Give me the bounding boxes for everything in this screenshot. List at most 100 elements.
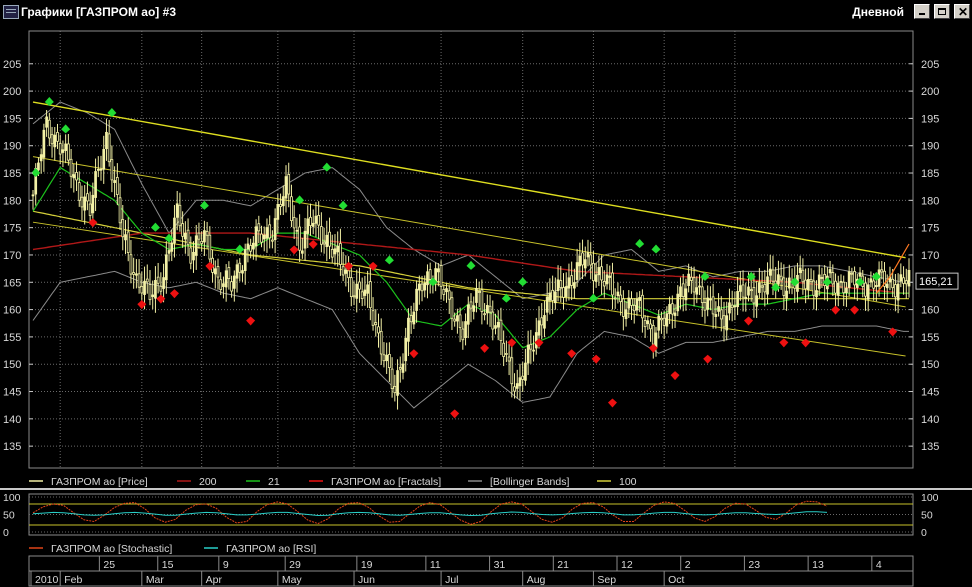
candle-body (872, 280, 875, 289)
oscillator-panel: 100 100 50 50 0 0 (3, 492, 939, 539)
candle-body (831, 272, 835, 285)
candle-body (303, 230, 307, 249)
y-tick-label-left: 145 (3, 387, 21, 399)
candle-body (771, 269, 775, 282)
candle-body (491, 311, 495, 330)
candle-body (252, 242, 255, 250)
candle-body (396, 370, 399, 396)
candle-body (404, 337, 408, 362)
candle-body (581, 252, 584, 266)
candle-body (760, 285, 764, 288)
candle-body (246, 243, 250, 250)
legend-stochastic: ГАЗПРОМ ао [Stochastic] (51, 543, 172, 555)
x-day-label: 4 (876, 559, 882, 571)
candle-body (42, 129, 46, 158)
candle-body (643, 320, 647, 328)
candle-body (86, 193, 89, 202)
candle-body (205, 231, 209, 236)
candle-body (61, 149, 65, 153)
candle-body (398, 367, 402, 370)
candle-body (526, 344, 530, 364)
fractal-down-marker (831, 305, 841, 315)
fractal-down-marker (703, 354, 713, 364)
candle-body (426, 271, 429, 286)
candle-body (260, 233, 263, 243)
main-legend[interactable]: ГАЗПРОМ ао [Price] 200 21 ГАЗПРОМ ао [Fract… (29, 476, 637, 488)
candle-body (747, 286, 750, 296)
osc-tick-label-right: 0 (921, 527, 927, 539)
candle-body (575, 262, 579, 280)
candle-body (619, 294, 622, 303)
y-tick-label-right: 135 (921, 441, 939, 453)
fractal-down-marker (607, 398, 617, 408)
candle-body (203, 230, 206, 243)
candle-body (105, 131, 108, 150)
candle-body (725, 315, 729, 331)
fractal-up-marker (384, 255, 394, 265)
candle-body (121, 219, 125, 238)
candle-body (445, 288, 448, 293)
candle-body (553, 291, 557, 304)
candle-body (377, 326, 380, 334)
candle-body (47, 119, 51, 139)
candle-body (447, 290, 451, 300)
candle-body (232, 275, 236, 289)
fractal-up-marker (635, 239, 645, 249)
candle-body (393, 386, 397, 394)
fractal-up-marker (338, 200, 348, 210)
x-day-label: 2 (685, 559, 691, 571)
candle-body (594, 274, 598, 282)
candle-body (899, 274, 903, 282)
candle-body (341, 266, 345, 276)
y-axis-right: 2052001951901851801751701651601551501451… (909, 59, 939, 453)
candle-body (483, 313, 486, 316)
candle-body (194, 235, 198, 256)
candle-body (782, 277, 786, 296)
candle-body (853, 271, 856, 286)
y-tick-label-right: 190 (921, 141, 939, 153)
candle-body (154, 279, 157, 299)
chart-area[interactable]: 2052001951901851801751701651601551501451… (0, 0, 972, 587)
candle-body (806, 279, 810, 290)
candle-body (592, 262, 595, 282)
candle-body (170, 242, 174, 252)
candle-body (763, 284, 767, 293)
oscillator-legend[interactable]: ГАЗПРОМ ао [Stochastic] ГАЗПРОМ ао [RSI] (29, 543, 316, 555)
legend-price: ГАЗПРОМ ао [Price] (51, 476, 148, 488)
candle-body (543, 315, 546, 329)
candle-body (496, 321, 500, 328)
candle-body (801, 269, 805, 283)
candle-body (456, 315, 459, 322)
candle-body (162, 277, 165, 289)
candle-body (583, 259, 587, 269)
candle-body (181, 223, 184, 237)
candle-body (306, 218, 310, 234)
candle-body (904, 280, 908, 285)
candle-body (630, 298, 633, 306)
y-tick-label-left: 155 (3, 332, 21, 344)
candle-body (875, 285, 878, 288)
main-grid (29, 31, 913, 468)
trend-line[interactable] (32, 101, 906, 259)
y-tick-label-left: 150 (3, 359, 21, 371)
candle-body (118, 197, 122, 224)
y-tick-label-left: 170 (3, 250, 21, 262)
candle-body (115, 177, 119, 195)
candle-body (437, 268, 440, 273)
candle-body (175, 203, 179, 218)
candle-body (730, 304, 734, 309)
candle-body (611, 272, 614, 296)
candle-body (676, 293, 680, 312)
candle-body (842, 281, 846, 294)
candle-body (477, 291, 481, 293)
candle-body (124, 234, 127, 241)
y-tick-label-left: 195 (3, 113, 21, 125)
candle-body (140, 286, 144, 294)
candle-body (510, 357, 514, 385)
x-month-label: May (282, 574, 303, 586)
candle-body (458, 314, 462, 328)
candle-body (371, 310, 375, 326)
candle-body (679, 286, 682, 298)
candle-body (766, 276, 769, 295)
y-tick-label-left: 140 (3, 414, 21, 426)
